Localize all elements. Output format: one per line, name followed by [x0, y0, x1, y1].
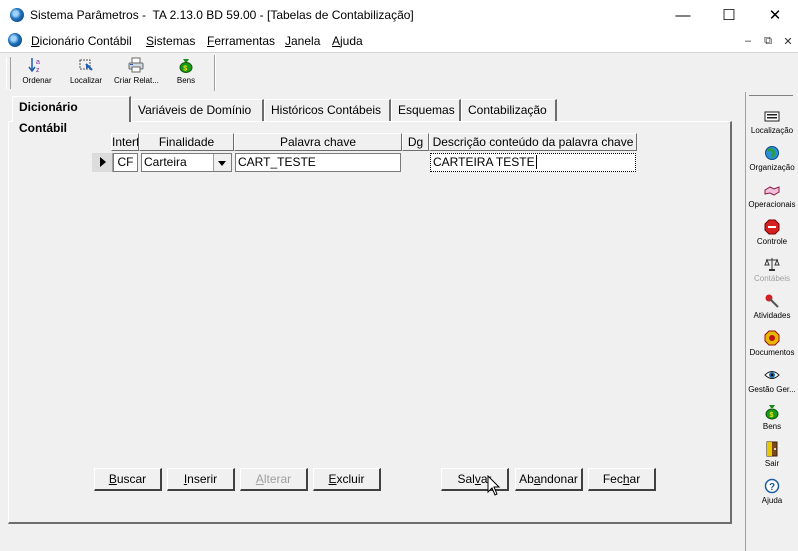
toolbar: a z Ordenar Localizar Criar Relat... $ B…	[0, 52, 798, 94]
title-bar: Sistema Parâmetros - TA 2.13.0 BD 59.00 …	[0, 0, 798, 30]
cell-interf[interactable]: CF	[113, 153, 138, 172]
palavra-chave-input[interactable]: CART_TESTE	[235, 153, 401, 172]
tab-dicionario-contabil[interactable]: Dicionário Contábil	[12, 96, 131, 135]
sidebar-label-atividades: Atividades	[753, 311, 791, 320]
column-header-interf[interactable]: Interf	[111, 133, 139, 151]
sidebar-label-operacionais: Operacionais	[748, 200, 796, 209]
keyboard-icon	[764, 111, 780, 122]
mdi-restore-button[interactable]: ⧉	[760, 34, 776, 48]
sidebar-item-controle[interactable]: Controle	[746, 217, 798, 253]
sidebar-label-organizacao: Organização	[749, 163, 795, 172]
sidebar-label-controle: Controle	[756, 237, 788, 246]
sidebar-item-ajuda[interactable]: ? Ajuda	[746, 476, 798, 512]
sidebar-label-localizacao: Localização	[750, 126, 794, 135]
money-bag-icon: $	[179, 59, 193, 73]
mdi-close-button[interactable]: ✕	[780, 34, 796, 48]
inserir-button[interactable]: Inserir	[167, 468, 235, 491]
finalidade-select[interactable]: Carteira	[141, 153, 232, 172]
toolbar-localizar-label: Localizar	[69, 76, 102, 85]
window-title: Sistema Parâmetros - TA 2.13.0 BD 59.00 …	[30, 8, 414, 22]
toolbar-bens-label: Bens	[176, 76, 196, 85]
close-button[interactable]: ✕	[752, 0, 798, 30]
handshake-icon	[764, 186, 780, 196]
toolbar-criar-relatorio-button[interactable]: Criar Relat...	[114, 57, 159, 91]
fechar-button[interactable]: Fechar	[588, 468, 656, 491]
sidebar-divider	[749, 95, 793, 96]
sidebar-label-gestao-ger: Gestão Ger...	[748, 385, 796, 394]
document-icon	[764, 330, 780, 346]
mdi-minimize-button[interactable]: –	[740, 34, 756, 48]
sidebar-item-atividades[interactable]: Atividades	[746, 291, 798, 327]
column-header-dg[interactable]: Dg	[402, 133, 429, 151]
scales-icon	[764, 258, 780, 271]
help-icon: ?	[764, 478, 780, 494]
pin-icon	[765, 294, 779, 308]
toolbar-grip[interactable]	[6, 57, 11, 89]
row-indicator[interactable]	[92, 153, 113, 172]
sidebar-label-ajuda: Ajuda	[761, 496, 783, 505]
alterar-button[interactable]: Alterar	[240, 468, 308, 491]
menu-ferramentas[interactable]: Ferramentas	[207, 34, 275, 48]
descricao-input[interactable]: CARTEIRA TESTE	[430, 153, 636, 172]
locate-icon	[79, 59, 93, 71]
exit-door-icon	[766, 441, 778, 457]
toolbar-ordenar-button[interactable]: a z Ordenar	[15, 57, 59, 91]
descricao-value: CARTEIRA TESTE	[433, 155, 535, 169]
printer-icon	[128, 57, 144, 73]
menu-dicionario-contabil[interactable]: Dicionário Contábil	[31, 34, 132, 48]
svg-text:$: $	[183, 66, 187, 73]
sort-az-icon: a z	[28, 58, 40, 73]
mouse-cursor-icon	[487, 475, 501, 496]
sidebar-item-gestao-ger[interactable]: Gestão Ger...	[746, 365, 798, 401]
tab-panel	[8, 121, 732, 524]
svg-text:$: $	[770, 412, 774, 419]
column-header-palavra-chave[interactable]: Palavra chave	[234, 133, 402, 151]
sidebar-item-operacionais[interactable]: Operacionais	[746, 180, 798, 216]
sidebar-item-documentos[interactable]: Documentos	[746, 328, 798, 364]
tab-variaveis-de-dominio[interactable]: Variáveis de Domínio	[131, 99, 264, 121]
toolbar-separator	[214, 55, 216, 91]
sidebar-item-bens[interactable]: $ Bens	[746, 402, 798, 438]
globe-icon	[765, 146, 779, 160]
buscar-button[interactable]: Buscar	[94, 468, 162, 491]
svg-text:a: a	[36, 59, 40, 66]
svg-text:?: ?	[769, 482, 775, 493]
sidebar-item-localizacao[interactable]: Localização	[746, 106, 798, 142]
sidebar-item-contabeis[interactable]: Contábeis	[746, 254, 798, 290]
toolbar-bens-button[interactable]: $ Bens	[164, 57, 208, 91]
column-header-descricao[interactable]: Descrição conteúdo da palavra chave	[429, 133, 637, 151]
column-header-finalidade[interactable]: Finalidade	[139, 133, 234, 151]
maximize-button[interactable]: ☐	[706, 0, 752, 30]
menu-ajuda[interactable]: Ajuda	[332, 34, 363, 48]
mdi-child-globe-icon[interactable]	[8, 33, 22, 47]
menu-janela[interactable]: Janela	[285, 34, 320, 48]
menu-bar: Dicionário Contábil Sistemas Ferramentas…	[0, 30, 798, 52]
money-bag-icon: $	[765, 405, 779, 420]
chevron-down-icon[interactable]	[213, 154, 231, 171]
sidebar-item-organizacao[interactable]: Organização	[746, 143, 798, 179]
toolbar-ordenar-label: Ordenar	[22, 76, 52, 85]
eye-icon	[764, 371, 780, 379]
tab-contabilizacao[interactable]: Contabilização	[461, 99, 557, 121]
sidebar-label-sair: Sair	[764, 459, 780, 468]
sidebar-label-documentos: Documentos	[749, 348, 795, 357]
sidebar-label-bens: Bens	[762, 422, 782, 431]
svg-text:z: z	[36, 67, 40, 73]
tab-esquemas[interactable]: Esquemas	[391, 99, 461, 121]
toolbar-criar-relatorio-label: Criar Relat...	[114, 76, 159, 85]
stop-sign-icon	[764, 219, 780, 235]
menu-sistemas[interactable]: Sistemas	[146, 34, 195, 48]
sidebar-label-contabeis: Contábeis	[753, 274, 791, 283]
excluir-button[interactable]: Excluir	[313, 468, 381, 491]
finalidade-select-value: Carteira	[144, 155, 187, 169]
abandonar-button[interactable]: Abandonar	[515, 468, 583, 491]
tab-historicos-contabeis[interactable]: Históricos Contábeis	[264, 99, 391, 121]
sidebar-item-sair[interactable]: Sair	[746, 439, 798, 475]
text-caret	[535, 155, 537, 169]
app-globe-icon	[10, 8, 24, 22]
toolbar-localizar-button[interactable]: Localizar	[64, 57, 108, 91]
minimize-button[interactable]: —	[660, 0, 706, 30]
